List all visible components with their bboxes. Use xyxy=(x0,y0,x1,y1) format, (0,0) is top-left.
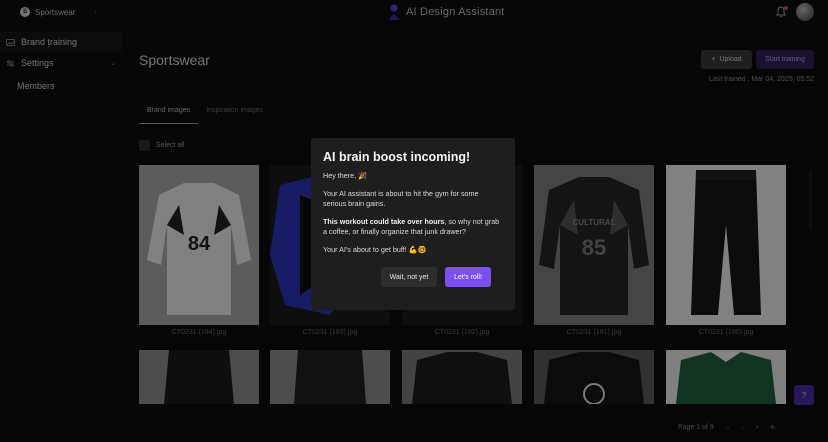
training-modal: AI brain boost incoming! Hey there, 🎉 Yo… xyxy=(311,138,515,310)
modal-line1: Your AI assistant is about to hit the gy… xyxy=(323,189,479,208)
app-root: S Sportswear ‹ AI Design Assistant Brand… xyxy=(0,0,828,442)
modal-line3: Your AI's about to get buff! 💪🤓 xyxy=(323,245,427,254)
modal-line2-bold: This workout could take over hours xyxy=(323,217,445,226)
modal-title: AI brain boost incoming! xyxy=(323,150,471,164)
confirm-button[interactable]: Let's roll! xyxy=(445,267,491,287)
modal-greeting: Hey there, 🎉 xyxy=(323,171,368,180)
modal-actions: Wait, not yet Let's roll! xyxy=(381,267,491,287)
modal-line2: This workout could take over hours, so w… xyxy=(323,217,503,237)
cancel-button[interactable]: Wait, not yet xyxy=(381,267,437,287)
